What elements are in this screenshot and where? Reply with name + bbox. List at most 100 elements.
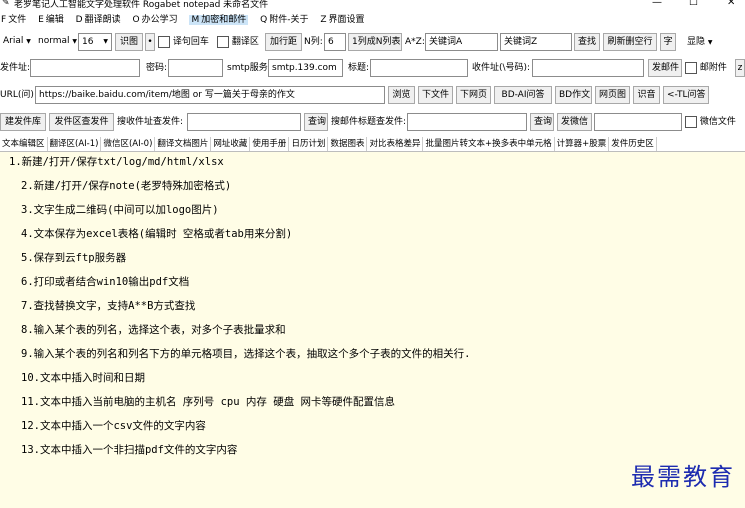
tab-table-diff[interactable]: 对比表格差异 xyxy=(367,137,424,151)
recipient-input[interactable] xyxy=(532,59,644,77)
tab-translate-doc[interactable]: 翻译文档图片 xyxy=(155,137,212,151)
search-subject-label: 搜邮件标题查发件: xyxy=(331,117,407,127)
menu-bar: F 文件 E 编辑 D 翻译朗读 O 办公学习 M 加密和邮件 Q 附件-关于 Z 界面设置 xyxy=(0,13,745,28)
bd-essay-button[interactable]: BD作文 xyxy=(555,86,592,104)
editor-line: 7.查找替换文字，支持A**B方式查找 xyxy=(21,300,196,312)
query-button[interactable]: 查询 xyxy=(304,113,328,131)
send-mail-button[interactable]: 发邮件 xyxy=(648,59,682,77)
close-button[interactable]: ✕ xyxy=(727,0,735,8)
wechat-input[interactable] xyxy=(594,113,682,131)
download-page-button[interactable]: 下网页 xyxy=(456,86,491,104)
browse-button[interactable]: 浏览 xyxy=(388,86,415,104)
one-to-n-button[interactable]: 1列成N列表 xyxy=(348,33,402,51)
editor-line: 12.文本中插入一个csv文件的文字内容 xyxy=(21,420,206,432)
tab-manual[interactable]: 使用手册 xyxy=(250,137,290,151)
maximize-button[interactable]: ☐ xyxy=(689,0,698,8)
window-title: 老罗笔记人工智能文字处理软件 Rogabet notepad 未命名文件 xyxy=(14,0,269,10)
password-label: 密码: xyxy=(146,63,168,73)
chevron-down-icon: ▼ xyxy=(26,38,31,45)
tab-bookmarks[interactable]: 网址收藏 xyxy=(211,137,251,151)
app-icon: ✎ xyxy=(2,0,10,8)
query-subject-button[interactable]: 查询 xyxy=(530,113,554,131)
z-button[interactable]: z xyxy=(735,59,745,77)
toolbar-mail: 发件址: 密码: smtp服务 smtp.139.com 标题: 收件址(\号码… xyxy=(0,58,745,78)
menu-about[interactable]: Q 附件-关于 xyxy=(260,15,308,25)
keyword-a-input[interactable]: 关键词A xyxy=(425,33,498,51)
translate-checkbox[interactable]: 翻译区 xyxy=(217,33,259,51)
send-wechat-button[interactable]: 发微信 xyxy=(557,113,592,131)
tab-translate[interactable]: 翻译区(AI-1) xyxy=(48,137,102,151)
menu-edit[interactable]: E 编辑 xyxy=(38,15,64,25)
url-label: URL(问) xyxy=(0,90,34,100)
tab-send-history[interactable]: 发件历史区 xyxy=(609,137,657,151)
checkbox-icon xyxy=(685,61,697,74)
az-label: A*Z: xyxy=(405,37,425,47)
search-recipient-input[interactable] xyxy=(187,113,301,131)
options-button[interactable]: • xyxy=(145,33,155,51)
page-image-button[interactable]: 网页图 xyxy=(595,86,630,104)
find-button[interactable]: 查找 xyxy=(574,33,600,51)
show-hide-select[interactable]: 显隐 ▼ xyxy=(687,33,713,51)
editor-line: 10.文本中插入时间和日期 xyxy=(21,372,145,384)
wechat-file-checkbox[interactable]: 微信文件 xyxy=(685,113,736,131)
tab-bar: 文本编辑区 翻译区(AI-1) 微信区(AI-0) 翻译文档图片 网址收藏 使用手册 日历计… xyxy=(0,137,745,151)
watermark: 最需教育 xyxy=(631,463,735,491)
editor-line: 5.保存到云ftp服务器 xyxy=(21,252,127,264)
toolbar-url: URL(问) https://baike.baidu.com/item/地图 o… xyxy=(0,85,745,105)
find-sender-button[interactable]: 发件区查发件 xyxy=(49,113,114,131)
tab-calculator[interactable]: 计算器+股票 xyxy=(555,137,610,151)
title-bar: ✎ 老罗笔记人工智能文字处理软件 Rogabet notepad 未命名文件 —… xyxy=(0,0,745,12)
chevron-down-icon: ▼ xyxy=(707,39,713,46)
checkbox-icon xyxy=(685,115,697,128)
keyword-z-input[interactable]: 关键词Z xyxy=(500,33,572,51)
editor-line: 6.打印或者结合win10输出pdf文档 xyxy=(21,276,190,288)
download-file-button[interactable]: 下文件 xyxy=(418,86,453,104)
menu-dot-icon: • xyxy=(147,37,153,47)
attach-checkbox[interactable]: 邮附件 xyxy=(685,59,727,77)
char-button[interactable]: 字 xyxy=(660,33,676,51)
menu-file[interactable]: F 文件 xyxy=(1,15,26,25)
font-size-select[interactable]: 16 ▼ xyxy=(78,33,112,51)
checkbox-icon xyxy=(217,35,229,48)
toolbar-search: 建发件库 发件区查发件 搜收件址查发件: 查询 搜邮件标题查发件: 查询 发微信… xyxy=(0,112,745,132)
text-editor[interactable]: 1.新建/打开/保存txt/log/md/html/xlsx 2.新建/打开/保… xyxy=(0,151,745,508)
smtp-input[interactable]: smtp.139.com xyxy=(268,59,343,77)
editor-line: 3.文字生成二维码(中间可以加logo图片) xyxy=(21,204,219,216)
menu-encrypt[interactable]: M 加密和邮件 xyxy=(189,15,249,25)
n-col-input[interactable]: 6 xyxy=(324,33,346,51)
chevron-down-icon: ▼ xyxy=(103,38,108,45)
tab-text-edit[interactable]: 文本编辑区 xyxy=(0,137,48,151)
style-select[interactable]: normal ▼ xyxy=(38,32,78,50)
toolbar-font: Arial ▼ normal ▼ 16 ▼ 识图 • 译句回车 翻译区 加行距 N… xyxy=(0,32,745,52)
password-input[interactable] xyxy=(168,59,223,77)
recognize-audio-button[interactable]: 识音 xyxy=(633,86,660,104)
bd-ai-qa-button[interactable]: BD-AI问答 xyxy=(494,86,552,104)
search-subject-input[interactable] xyxy=(407,113,527,131)
subject-label: 标题: xyxy=(348,63,370,73)
menu-translate[interactable]: D 翻译朗读 xyxy=(76,15,121,25)
font-select[interactable]: Arial ▼ xyxy=(3,32,38,50)
sender-input[interactable] xyxy=(30,59,140,77)
minimize-button[interactable]: — xyxy=(652,0,662,8)
editor-line: 11.文本中插入当前电脑的主机名 序列号 cpu 内存 硬盘 网卡等硬件配置信息 xyxy=(21,396,396,408)
tab-charts[interactable]: 数据图表 xyxy=(328,137,368,151)
search-recipient-label: 搜收件址查发件: xyxy=(117,117,184,127)
tl-qa-button[interactable]: <-TL问答 xyxy=(663,86,709,104)
wrap-checkbox[interactable]: 译句回车 xyxy=(158,33,209,51)
checkbox-icon xyxy=(158,35,170,48)
line-spacing-button[interactable]: 加行距 xyxy=(265,33,302,51)
menu-office[interactable]: O 办公学习 xyxy=(132,15,177,25)
refresh-button[interactable]: 刷新删空行 xyxy=(603,33,657,51)
chevron-down-icon: ▼ xyxy=(72,38,78,45)
build-lib-button[interactable]: 建发件库 xyxy=(0,113,46,131)
url-input[interactable]: https://baike.baidu.com/item/地图 or 写一篇关于… xyxy=(35,86,385,104)
tab-wechat[interactable]: 微信区(AI-0) xyxy=(101,137,156,151)
smtp-label: smtp服务 xyxy=(227,63,268,73)
tab-calendar[interactable]: 日历计划 xyxy=(289,137,329,151)
subject-input[interactable] xyxy=(370,59,468,77)
tab-batch-image[interactable]: 批量图片转文本+换多表中单元格 xyxy=(423,137,555,151)
sender-label: 发件址: xyxy=(0,63,31,73)
recognize-image-button[interactable]: 识图 xyxy=(115,33,143,51)
menu-settings[interactable]: Z 界面设置 xyxy=(320,15,364,25)
editor-line: 8.输入某个表的列名，选择这个表，对多个子表批量求和 xyxy=(21,324,286,336)
